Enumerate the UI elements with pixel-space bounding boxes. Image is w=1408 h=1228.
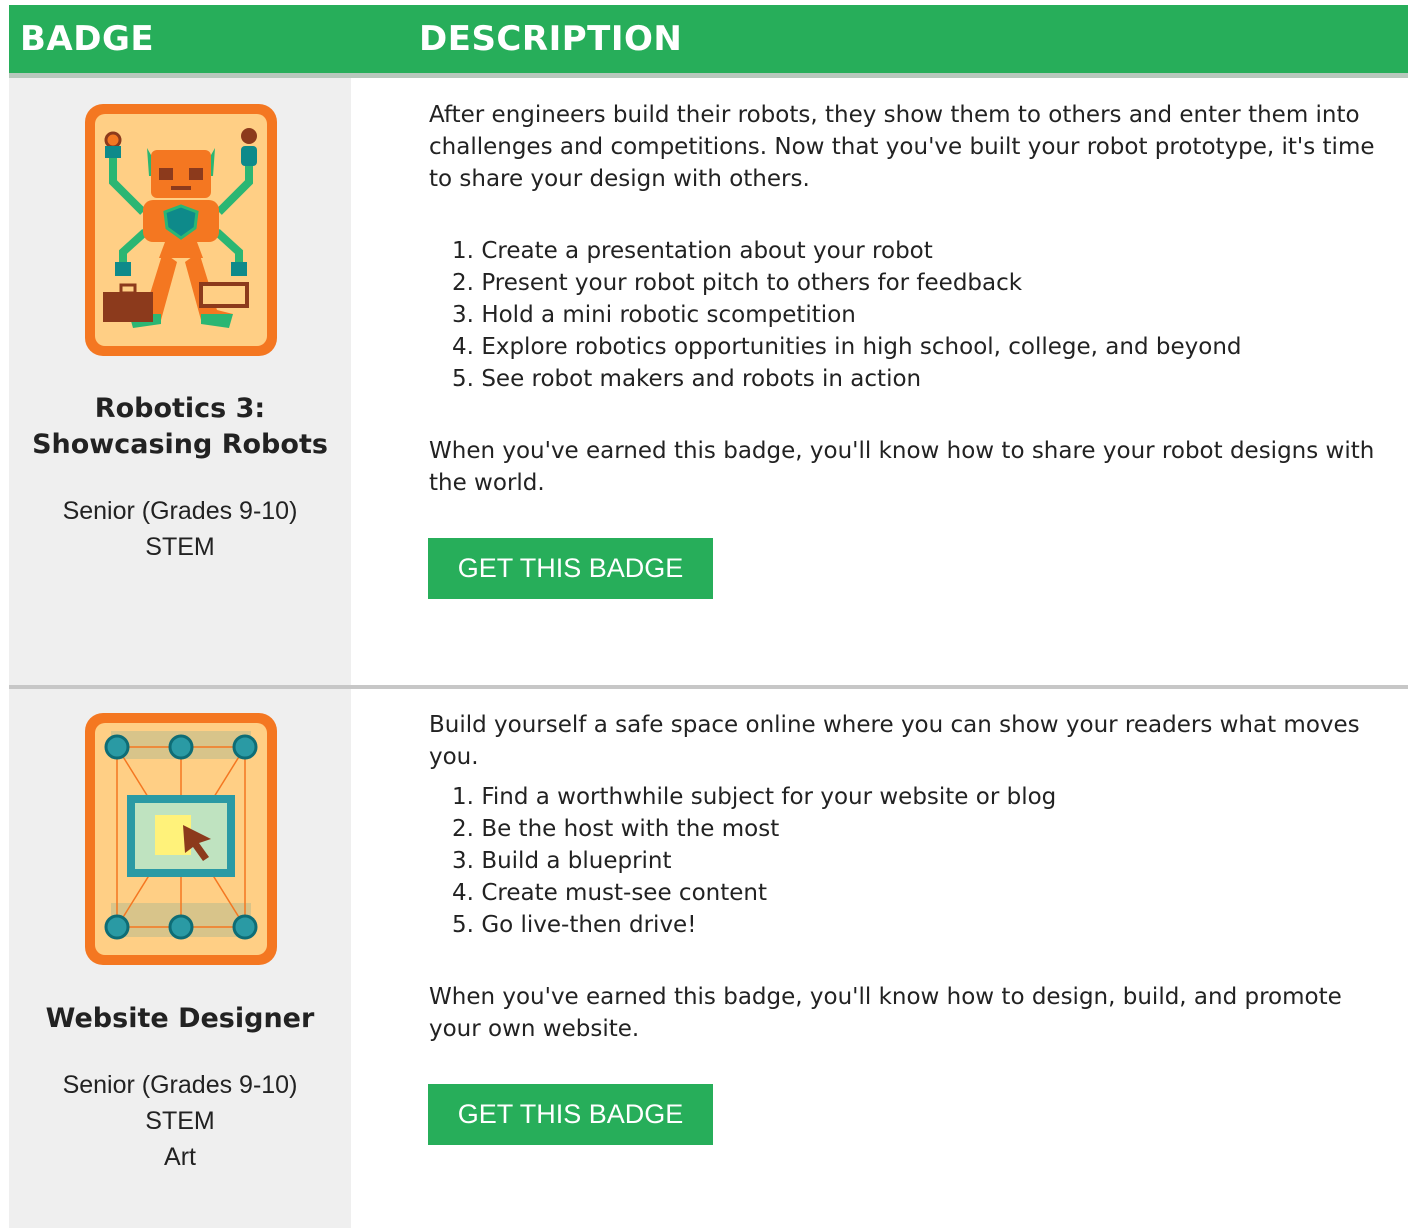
badge-outcome: When you've earned this badge, you'll kn… bbox=[429, 984, 1342, 1042]
badge-title: Website Designer bbox=[45, 1003, 315, 1034]
badge-category: STEM bbox=[145, 1107, 215, 1135]
badge-title: Robotics 3: bbox=[94, 393, 266, 424]
website-badge-icon bbox=[85, 713, 277, 965]
get-badge-button[interactable]: GET THIS BADGE bbox=[428, 538, 713, 599]
list-item: 4. Create must-see content bbox=[429, 877, 1056, 909]
step-text: Go live-then drive! bbox=[481, 912, 697, 938]
step-text: Build a blueprint bbox=[481, 848, 672, 874]
step-text: Hold a mini robotic scompetition bbox=[481, 302, 856, 328]
step-text: Find a worthwhile subject for your websi… bbox=[481, 784, 1057, 810]
column-header-badge: BADGE bbox=[20, 19, 155, 59]
step-number: 1. bbox=[452, 784, 474, 810]
robot-badge-icon bbox=[85, 104, 277, 356]
list-item: 1. Create a presentation about your robo… bbox=[429, 235, 1242, 267]
badge-cell: Website Designer Senior (Grades 9-10) ST… bbox=[9, 689, 351, 1228]
step-number: 2. bbox=[452, 270, 474, 296]
badge-intro: Build yourself a safe space online where… bbox=[429, 712, 1360, 770]
list-item: 1. Find a worthwhile subject for your we… bbox=[429, 781, 1056, 813]
description-cell: After engineers build their robots, they… bbox=[428, 78, 1394, 685]
list-item: 3. Hold a mini robotic scompetition bbox=[429, 299, 1242, 331]
badge-intro: After engineers build their robots, they… bbox=[429, 102, 1375, 192]
step-number: 4. bbox=[452, 334, 474, 360]
badge-category: Art bbox=[164, 1143, 196, 1171]
step-number: 5. bbox=[452, 366, 474, 392]
list-item: 5. See robot makers and robots in action bbox=[429, 363, 1242, 395]
step-number: 3. bbox=[452, 848, 474, 874]
step-number: 4. bbox=[452, 880, 474, 906]
step-text: Create a presentation about your robot bbox=[481, 238, 933, 264]
list-item: 4. Explore robotics opportunities in hig… bbox=[429, 331, 1242, 363]
step-text: Create must-see content bbox=[481, 880, 767, 906]
list-item: 5. Go live-then drive! bbox=[429, 909, 1056, 941]
description-cell: Build yourself a safe space online where… bbox=[428, 689, 1394, 1228]
list-item: 2. Be the host with the most bbox=[429, 813, 1056, 845]
list-item: 3. Build a blueprint bbox=[429, 845, 1056, 877]
step-text: Be the host with the most bbox=[481, 816, 780, 842]
badge-title-line2: Showcasing Robots bbox=[32, 429, 328, 460]
badge-row-website-designer: Website Designer Senior (Grades 9-10) ST… bbox=[9, 689, 1408, 1228]
get-badge-button[interactable]: GET THIS BADGE bbox=[428, 1084, 713, 1145]
badge-level: Senior (Grades 9-10) bbox=[62, 497, 298, 525]
badge-outcome: When you've earned this badge, you'll kn… bbox=[429, 438, 1375, 496]
step-text: Explore robotics opportunities in high s… bbox=[481, 334, 1242, 360]
step-number: 2. bbox=[452, 816, 474, 842]
badge-cell: Robotics 3: Showcasing Robots Senior (Gr… bbox=[9, 78, 351, 685]
steps-list: 1. Find a worthwhile subject for your we… bbox=[429, 781, 1056, 941]
table-header: BADGE DESCRIPTION bbox=[9, 5, 1408, 78]
badge-category: STEM bbox=[145, 533, 215, 561]
step-text: Present your robot pitch to others for f… bbox=[481, 270, 1023, 296]
step-number: 3. bbox=[452, 302, 474, 328]
list-item: 2. Present your robot pitch to others fo… bbox=[429, 267, 1242, 299]
badge-row-robotics: Robotics 3: Showcasing Robots Senior (Gr… bbox=[9, 78, 1408, 685]
step-number: 5. bbox=[452, 912, 474, 938]
steps-list: 1. Create a presentation about your robo… bbox=[429, 235, 1242, 395]
step-text: See robot makers and robots in action bbox=[481, 366, 922, 392]
column-header-description: DESCRIPTION bbox=[419, 19, 683, 59]
badge-level: Senior (Grades 9-10) bbox=[62, 1071, 298, 1099]
step-number: 1. bbox=[452, 238, 474, 264]
